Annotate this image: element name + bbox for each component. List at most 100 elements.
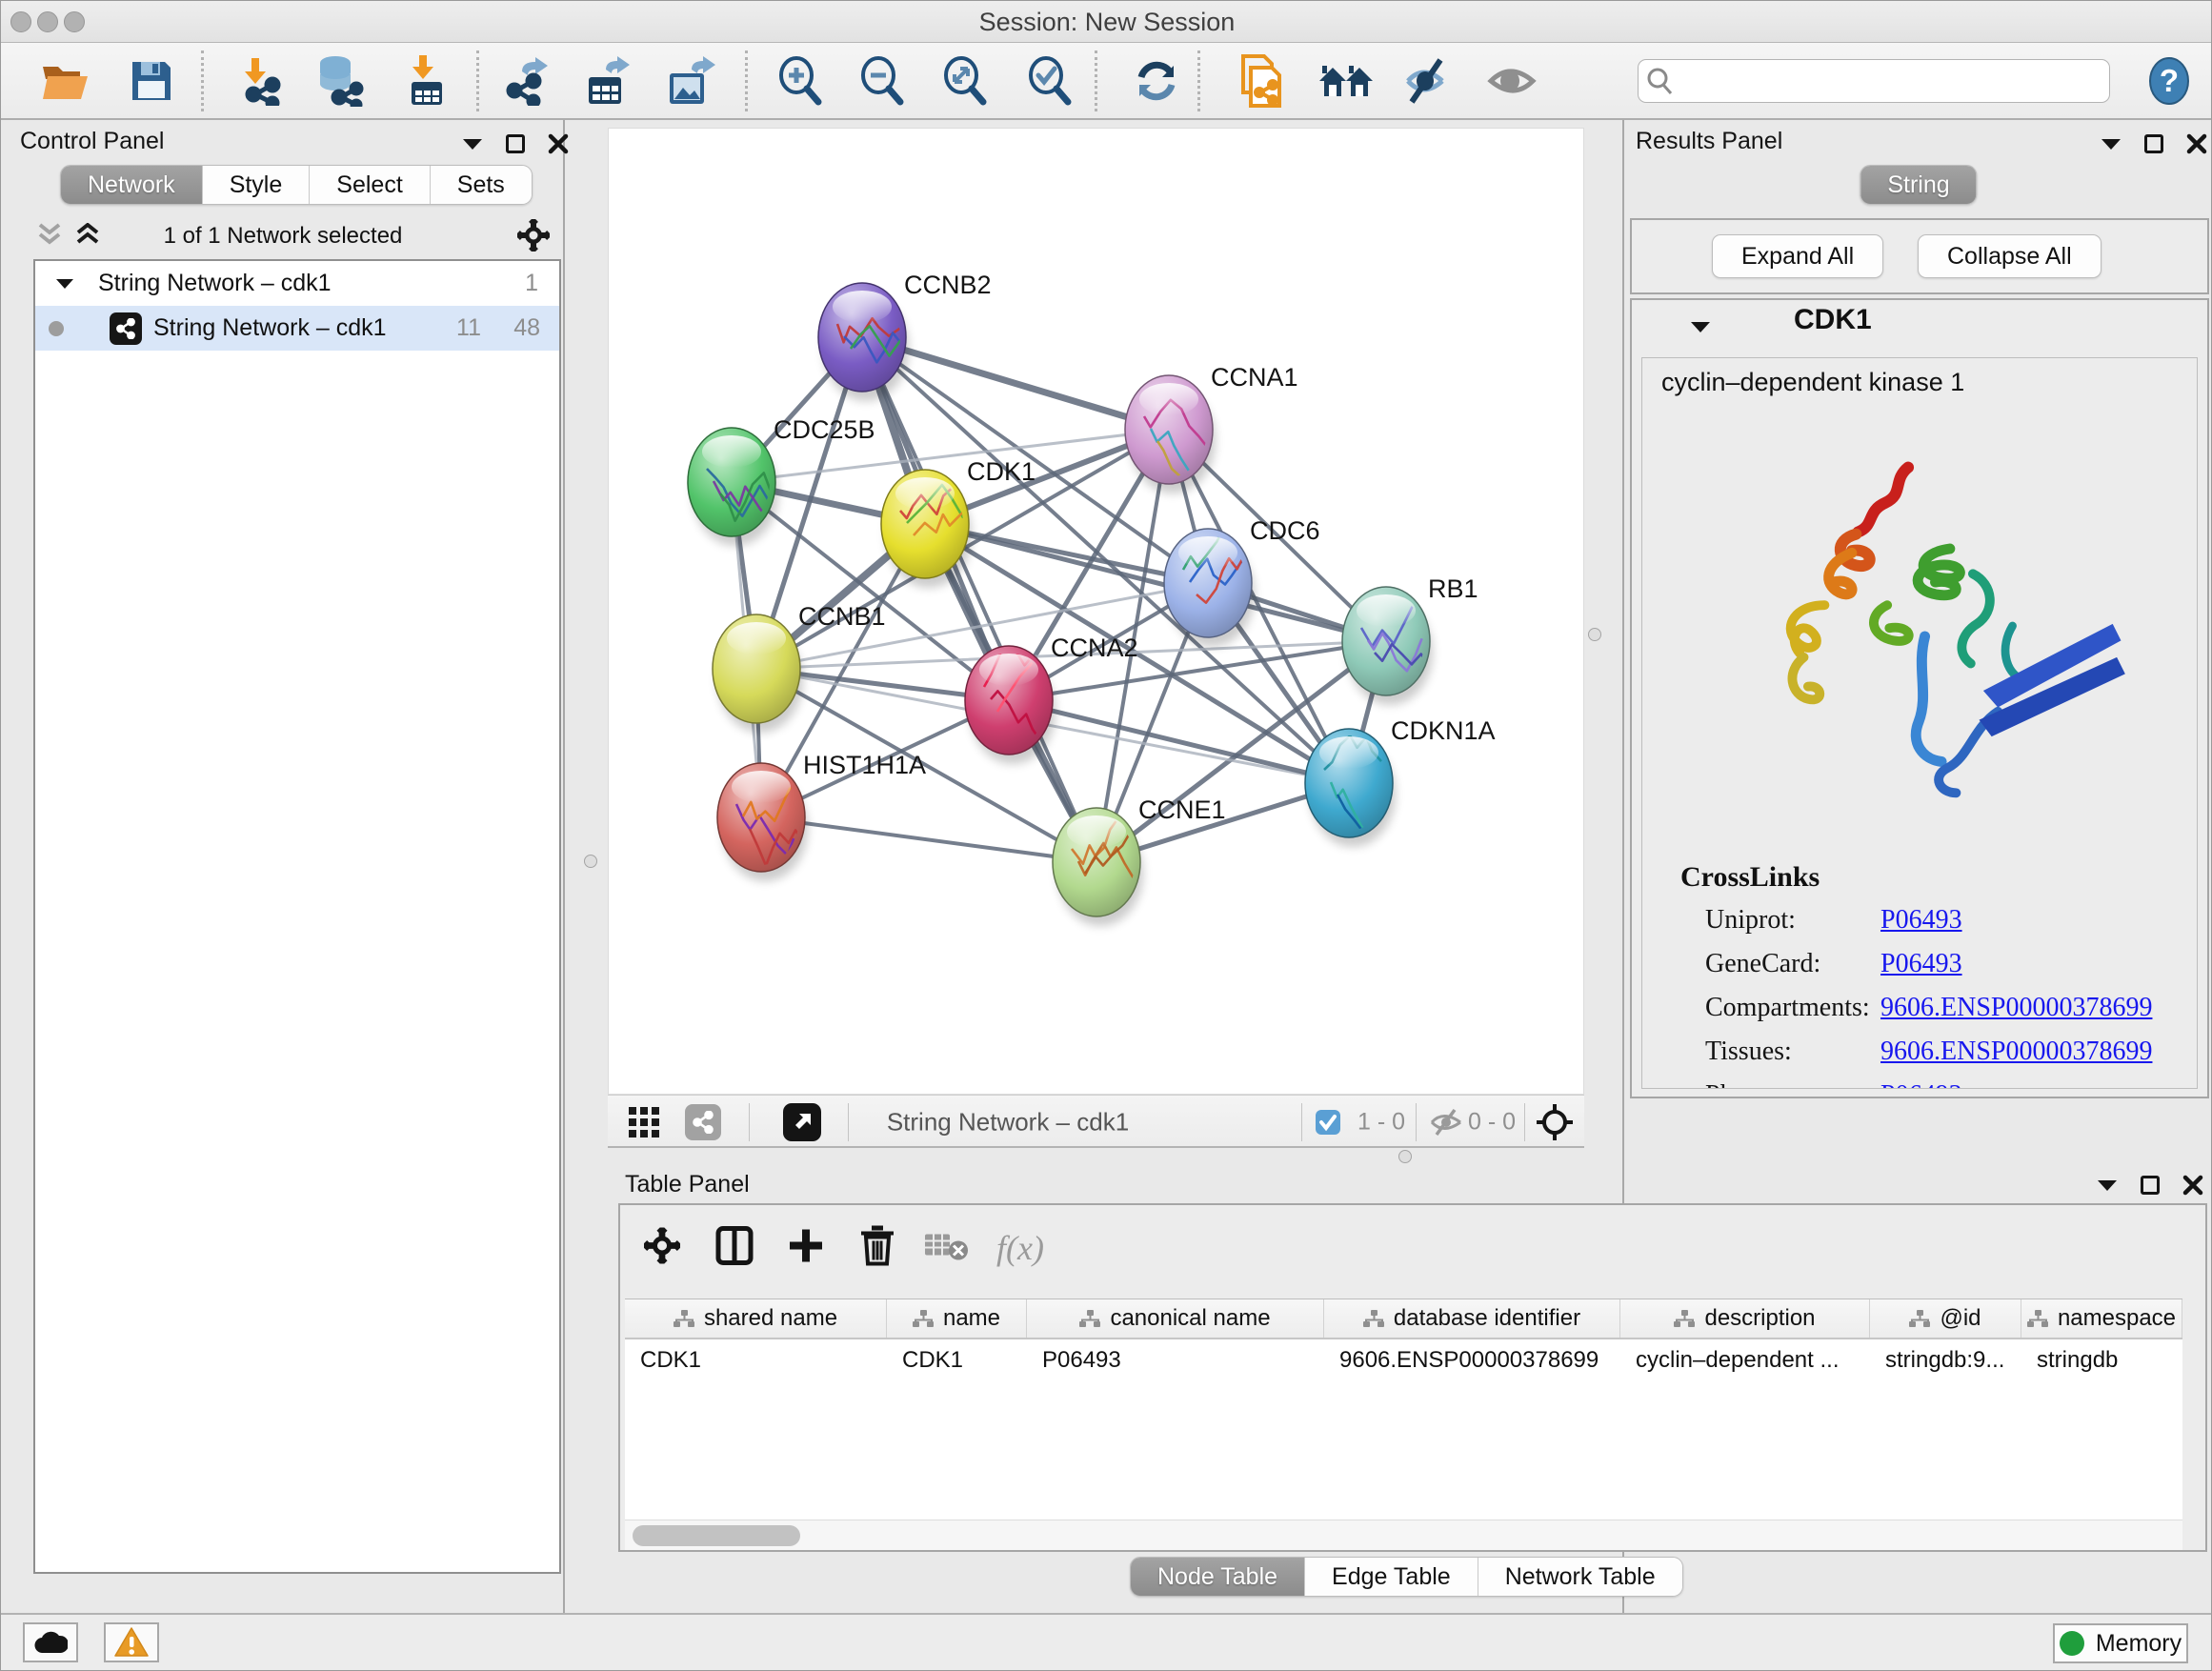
control-panel: Control Panel Network Style Select Sets … — [1, 120, 565, 1613]
save-session-icon[interactable] — [129, 58, 174, 104]
export-image-icon[interactable] — [665, 56, 716, 106]
first-neighbors-icon[interactable] — [1317, 58, 1375, 104]
zoom-out-icon[interactable] — [857, 54, 909, 108]
network-node-ccnb2[interactable]: CCNB2 — [818, 271, 992, 392]
tab-sets[interactable]: Sets — [430, 166, 532, 204]
show-all-icon[interactable] — [1485, 58, 1538, 104]
import-table-icon[interactable] — [402, 55, 450, 107]
network-overview-icon[interactable] — [685, 1104, 721, 1140]
panel-collapse-icon[interactable] — [2097, 1178, 2118, 1192]
panel-collapse-icon[interactable] — [2101, 137, 2122, 151]
network-node-hist1h1a[interactable]: HIST1H1A — [717, 751, 926, 872]
zoom-in-icon[interactable] — [775, 54, 827, 108]
warnings-button[interactable] — [104, 1622, 159, 1662]
memory-button[interactable]: Memory — [2053, 1623, 2188, 1663]
tab-network[interactable]: Network — [61, 166, 202, 204]
selected-checkbox-icon[interactable] — [1315, 1109, 1341, 1136]
column-header[interactable]: name — [887, 1299, 1027, 1338]
table-cell[interactable]: stringdb — [2021, 1339, 2182, 1383]
panel-close-icon[interactable] — [548, 133, 569, 154]
network-node-cdk1[interactable]: CDK1 — [881, 457, 1036, 578]
expand-all-button[interactable]: Expand All — [1712, 234, 1883, 278]
open-session-icon[interactable] — [40, 59, 91, 103]
refresh-network-icon[interactable] — [1132, 56, 1181, 106]
crosslink-link[interactable]: 9606.ENSP00000378699 — [1880, 993, 2152, 1022]
view-toolbar-separator — [848, 1103, 849, 1141]
left-divider-handle[interactable] — [584, 855, 597, 868]
table-cell[interactable]: P06493 — [1027, 1339, 1324, 1383]
delete-table-icon[interactable] — [924, 1230, 968, 1267]
column-header[interactable]: shared name — [625, 1299, 887, 1338]
tab-select[interactable]: Select — [309, 166, 429, 204]
tab-edge-table[interactable]: Edge Table — [1304, 1558, 1478, 1596]
table-cell[interactable]: 9606.ENSP00000378699 — [1324, 1339, 1620, 1383]
table-row[interactable]: CDK1CDK1P064939606.ENSP00000378699cyclin… — [625, 1339, 2182, 1383]
crosslink-link[interactable]: P06493 — [1880, 1080, 1962, 1089]
network-edge-count: 48 — [513, 314, 540, 342]
panel-float-icon[interactable] — [2144, 134, 2163, 153]
detach-view-icon[interactable] — [783, 1103, 821, 1141]
show-columns-icon[interactable] — [715, 1226, 754, 1271]
fit-selected-crosshair-icon[interactable] — [1536, 1103, 1574, 1141]
table-cell[interactable]: CDK1 — [887, 1339, 1027, 1383]
duplicate-network-icon[interactable] — [1237, 54, 1285, 108]
table-cell[interactable]: cyclin–dependent ... — [1620, 1339, 1870, 1383]
add-column-icon[interactable] — [788, 1228, 824, 1269]
network-canvas[interactable]: CCNB2CCNA1CDC25BCDK1CDC6RB1CCNB1CCNA2CDK… — [608, 128, 1584, 1095]
entry-expander-icon[interactable] — [1691, 321, 1710, 333]
network-collection-row[interactable]: String Network – cdk1 1 — [35, 261, 559, 306]
table-options-gear-icon[interactable] — [644, 1228, 680, 1269]
current-network-dot-icon — [49, 321, 64, 336]
panel-close-icon[interactable] — [2182, 1175, 2203, 1196]
zoom-fit-icon[interactable] — [940, 54, 992, 108]
network-node-rb1[interactable]: RB1 — [1342, 574, 1478, 695]
control-panel-tabs: Network Style Select Sets — [60, 165, 533, 205]
network-node-ccne1[interactable]: CCNE1 — [1053, 795, 1226, 916]
table-cell[interactable]: CDK1 — [625, 1339, 887, 1383]
crosslink-link[interactable]: P06493 — [1880, 905, 1962, 935]
help-icon[interactable]: ? — [2147, 56, 2191, 106]
tree-expander-icon[interactable] — [56, 278, 73, 290]
birds-eye-view-icon[interactable] — [628, 1106, 660, 1138]
panel-collapse-icon[interactable] — [462, 137, 483, 151]
delete-column-icon[interactable] — [860, 1226, 895, 1271]
cloud-button[interactable] — [23, 1622, 78, 1662]
hidden-eye-icon[interactable] — [1429, 1108, 1463, 1137]
function-builder-icon[interactable]: f(x) — [996, 1228, 1044, 1268]
crosslink-link[interactable]: P06493 — [1880, 949, 1962, 978]
collapse-all-button[interactable]: Collapse All — [1918, 234, 2101, 278]
hide-selected-icon[interactable] — [1402, 58, 1456, 104]
search-input[interactable] — [1680, 68, 2090, 94]
network-node-ccna1[interactable]: CCNA1 — [1125, 363, 1298, 510]
tab-string[interactable]: String — [1860, 166, 1976, 204]
network-row[interactable]: String Network – cdk1 11 48 — [35, 306, 559, 351]
crosslink-row: GeneCard:P06493 — [1705, 949, 1962, 979]
bottom-divider-handle[interactable] — [1398, 1150, 1412, 1163]
tab-network-table[interactable]: Network Table — [1478, 1558, 1682, 1596]
column-header[interactable]: database identifier — [1324, 1299, 1620, 1338]
export-network-icon[interactable] — [501, 56, 551, 106]
table-hscrollbar[interactable] — [625, 1520, 2182, 1550]
network-node-ccnb1[interactable]: CCNB1 — [713, 602, 886, 723]
column-header[interactable]: @id — [1870, 1299, 2021, 1338]
tab-style[interactable]: Style — [202, 166, 310, 204]
panel-close-icon[interactable] — [2186, 133, 2207, 154]
panel-float-icon[interactable] — [506, 134, 525, 153]
crosslink-link[interactable]: 9606.ENSP00000378699 — [1880, 1037, 2152, 1066]
import-network-database-icon[interactable] — [312, 55, 366, 107]
column-header[interactable]: description — [1620, 1299, 1870, 1338]
crosslinks-title: CrossLinks — [1680, 861, 1820, 894]
import-network-file-icon[interactable] — [234, 56, 284, 106]
tab-node-table[interactable]: Node Table — [1131, 1558, 1304, 1596]
column-header[interactable]: canonical name — [1027, 1299, 1324, 1338]
right-divider-handle[interactable] — [1588, 628, 1601, 641]
network-options-gear-icon[interactable] — [517, 219, 550, 252]
export-table-icon[interactable] — [583, 56, 633, 106]
column-header[interactable]: namespace — [2021, 1299, 2182, 1338]
column-header-label: database identifier — [1394, 1305, 1580, 1332]
panel-float-icon[interactable] — [2141, 1176, 2160, 1195]
table-hscrollbar-thumb[interactable] — [633, 1525, 800, 1546]
table-cell[interactable]: stringdb:9... — [1870, 1339, 2021, 1383]
string-network-graph[interactable]: CCNB2CCNA1CDC25BCDK1CDC6RB1CCNB1CCNA2CDK… — [609, 129, 1583, 1094]
zoom-selected-icon[interactable] — [1025, 54, 1076, 108]
